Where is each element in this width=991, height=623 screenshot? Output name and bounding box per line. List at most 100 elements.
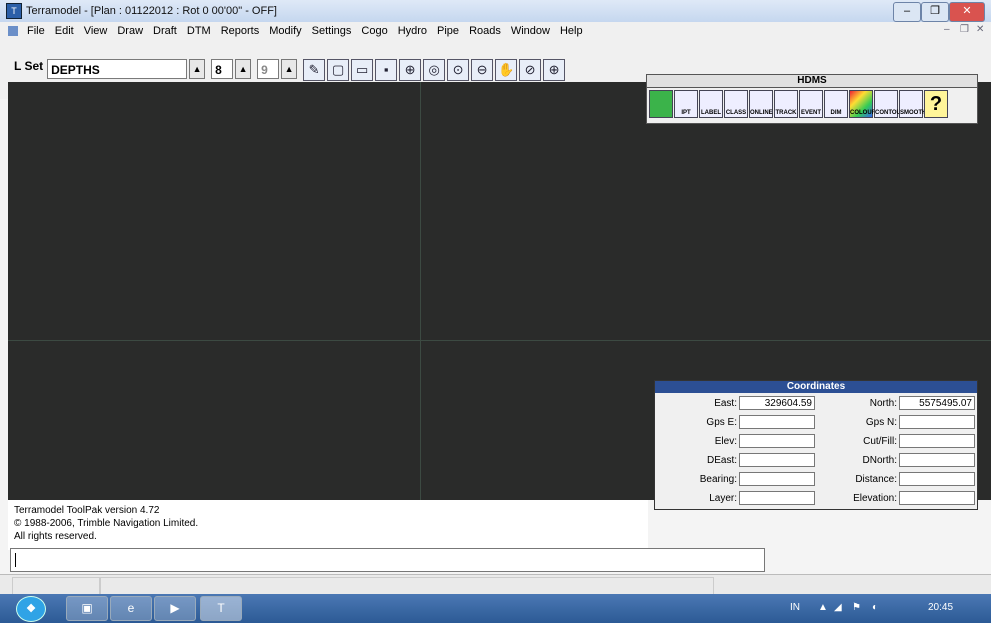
close-button[interactable]: ✕ xyxy=(949,2,985,22)
volume-icon[interactable]: ◐ xyxy=(872,602,878,613)
terramodel-taskbar-icon[interactable]: T xyxy=(200,596,242,621)
coordinates-title: Coordinates xyxy=(655,381,977,393)
explorer-taskbar-icon[interactable]: ▣ xyxy=(66,596,108,621)
menu-help[interactable]: Help xyxy=(555,25,588,37)
pan-hand-icon[interactable]: ✋ xyxy=(495,59,518,81)
hdms-label-icon[interactable]: LABEL xyxy=(699,90,723,118)
hdms-track-icon[interactable]: TRACK xyxy=(774,90,798,118)
status-bar xyxy=(0,574,991,595)
layer-field[interactable] xyxy=(739,491,815,505)
restore-button[interactable]: ❐ xyxy=(921,2,949,22)
hdms-select-icon[interactable] xyxy=(649,90,673,118)
menu-roads[interactable]: Roads xyxy=(464,25,506,37)
new-file-icon[interactable]: ▢ xyxy=(327,59,350,81)
open-folder-icon[interactable]: ▭ xyxy=(351,59,374,81)
hdms-smooth-icon[interactable]: SMOOTH xyxy=(899,90,926,118)
layer-dropdown[interactable]: DEPTHS xyxy=(47,59,188,79)
zoom-in-icon[interactable]: ⊙ xyxy=(447,59,470,81)
coordinates-panel: Coordinates East: 329604.59 North: 55754… xyxy=(654,380,978,510)
mdi-doc-icon[interactable] xyxy=(8,26,18,36)
hdms-dim-icon[interactable]: DIM xyxy=(824,90,848,118)
language-indicator[interactable]: IN xyxy=(790,602,800,613)
zoom-all-icon[interactable]: ⊕ xyxy=(543,59,566,81)
color-dropdown[interactable]: 9 xyxy=(257,59,280,79)
hdms-online-icon[interactable]: ONLINE xyxy=(749,90,773,118)
menu-window[interactable]: Window xyxy=(506,25,555,37)
coord-label: Cut/Fill: xyxy=(863,435,897,447)
coord-row: Elev: Cut/Fill: xyxy=(655,432,977,450)
linetype-spin-button[interactable]: ▲ xyxy=(235,59,252,79)
zoom-out-icon[interactable]: ⊖ xyxy=(471,59,494,81)
elev-field[interactable] xyxy=(739,434,815,448)
east-field[interactable]: 329604.59 xyxy=(739,396,815,410)
app-icon[interactable]: T xyxy=(6,3,22,19)
hdms-toolbar: HDMS IPT LABEL CLASS ONLINE TRACK EVENT … xyxy=(646,74,978,124)
coord-label: DEast: xyxy=(706,454,737,466)
browser-taskbar-icon[interactable]: e xyxy=(110,596,152,621)
menu-dtm[interactable]: DTM xyxy=(182,25,216,37)
minimize-button[interactable]: – xyxy=(893,2,921,22)
save-icon[interactable]: ▪ xyxy=(375,59,398,81)
menu-reports[interactable]: Reports xyxy=(216,25,265,37)
console-line: Terramodel ToolPak version 4.72 xyxy=(14,505,160,516)
network-icon[interactable]: ◢ xyxy=(834,602,842,613)
clock[interactable]: 20:45 xyxy=(928,602,953,613)
coord-label: Elev: xyxy=(714,435,737,447)
gps-e-field[interactable] xyxy=(739,415,815,429)
coord-label: North: xyxy=(869,397,897,409)
hdms-colour-icon[interactable]: COLOUR xyxy=(849,90,876,118)
elevation-field[interactable] xyxy=(899,491,975,505)
console-output: Terramodel ToolPak version 4.72 © 1988-2… xyxy=(8,500,648,550)
menu-draft[interactable]: Draft xyxy=(148,25,182,37)
coord-label: Gps N: xyxy=(865,416,897,428)
status-pane xyxy=(12,577,100,595)
deast-field[interactable] xyxy=(739,453,815,467)
hdms-class-icon[interactable]: CLASS xyxy=(724,90,748,118)
distance-field[interactable] xyxy=(899,472,975,486)
crosshair-horizontal xyxy=(8,340,991,341)
layer-spin-button[interactable]: ▲ xyxy=(189,59,206,79)
zoom-window-icon[interactable]: ⊕ xyxy=(399,59,422,81)
menu-file[interactable]: File xyxy=(22,25,50,37)
console-line: All rights reserved. xyxy=(14,531,97,542)
gps-n-field[interactable] xyxy=(899,415,975,429)
linetype-dropdown[interactable]: 8 xyxy=(211,59,234,79)
north-field[interactable]: 5575495.07 xyxy=(899,396,975,410)
text-cursor xyxy=(15,553,16,567)
zoom-previous-icon[interactable]: ⊘ xyxy=(519,59,542,81)
menu-pipe[interactable]: Pipe xyxy=(432,25,464,37)
coord-label: Elevation: xyxy=(853,492,897,504)
cut-fill-field[interactable] xyxy=(899,434,975,448)
dnorth-field[interactable] xyxy=(899,453,975,467)
mdi-close-button[interactable]: ✕ xyxy=(976,24,984,35)
hdms-ipt-icon[interactable]: IPT xyxy=(674,90,698,118)
show-hidden-icons-icon[interactable]: ▲ xyxy=(818,602,828,613)
action-center-icon[interactable]: ⚑ xyxy=(852,602,861,613)
mdi-minimize-button[interactable]: – xyxy=(944,24,950,35)
media-taskbar-icon[interactable]: ▶ xyxy=(154,596,196,621)
coord-label: Gps E: xyxy=(706,416,737,428)
menu-hydro[interactable]: Hydro xyxy=(393,25,432,37)
coord-row: Gps E: Gps N: xyxy=(655,413,977,431)
color-spin-button[interactable]: ▲ xyxy=(281,59,298,79)
hdms-event-icon[interactable]: EVENT xyxy=(799,90,823,118)
coord-row: Bearing: Distance: xyxy=(655,470,977,488)
hdms-title: HDMS xyxy=(647,75,977,88)
menu-modify[interactable]: Modify xyxy=(264,25,306,37)
hdms-contour-icon[interactable]: CONTOUR xyxy=(874,90,905,118)
bearing-field[interactable] xyxy=(739,472,815,486)
mdi-restore-button[interactable]: ❐ xyxy=(960,24,969,35)
menu-settings[interactable]: Settings xyxy=(307,25,357,37)
menu-view[interactable]: View xyxy=(79,25,113,37)
coord-label: DNorth: xyxy=(862,454,897,466)
hdms-help-icon[interactable]: ? xyxy=(924,90,948,118)
coord-label: Layer: xyxy=(709,492,737,504)
status-pane xyxy=(100,577,714,595)
layer-tool-icon[interactable]: ✎ xyxy=(303,59,326,81)
menu-draw[interactable]: Draw xyxy=(112,25,148,37)
menu-cogo[interactable]: Cogo xyxy=(356,25,392,37)
zoom-extents-icon[interactable]: ◎ xyxy=(423,59,446,81)
start-button[interactable]: ❖ xyxy=(16,596,46,622)
menu-edit[interactable]: Edit xyxy=(50,25,79,37)
command-input[interactable] xyxy=(10,548,765,572)
